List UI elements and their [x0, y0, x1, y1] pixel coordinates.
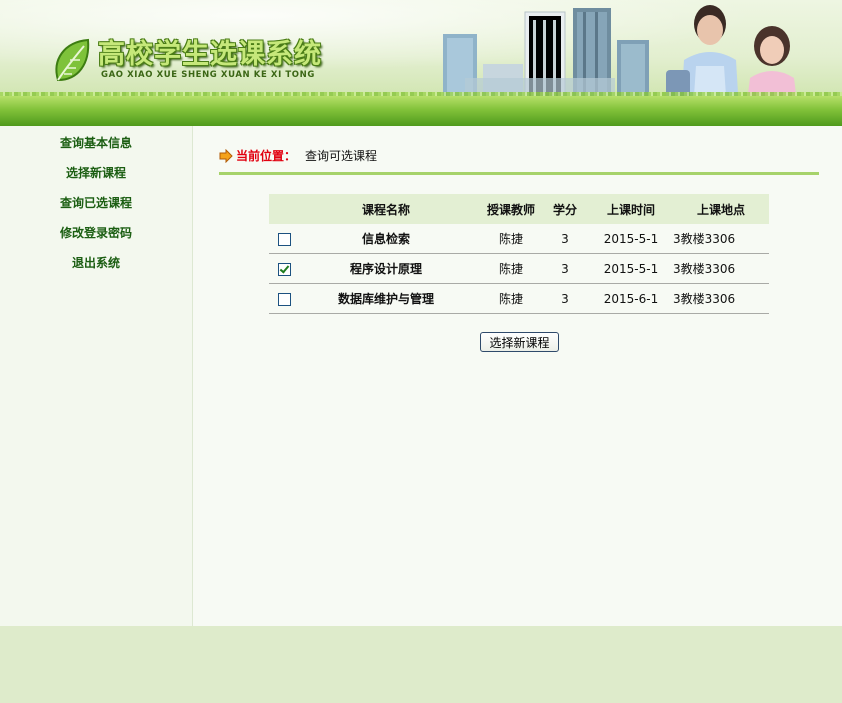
header-banner: 高校学生选课系统 GAO XIAO XUE SHENG XUAN KE XI T… — [0, 0, 842, 126]
course-time: 2015-5-1 — [589, 253, 673, 284]
sidebar-item-select-new-course[interactable]: 选择新课程 — [0, 164, 192, 181]
sidebar-item-logout[interactable]: 退出系统 — [0, 254, 192, 271]
course-time: 2015-6-1 — [589, 283, 673, 314]
course-teacher: 陈捷 — [481, 224, 541, 254]
header-class-location: 上课地点 — [673, 194, 769, 224]
app-subtitle: GAO XIAO XUE SHENG XUAN KE XI TONG — [101, 70, 315, 80]
sidebar-item-view-selected-courses[interactable]: 查询已选课程 — [0, 194, 192, 211]
course-teacher: 陈捷 — [481, 283, 541, 314]
course-credit: 3 — [541, 224, 589, 254]
course-credit: 3 — [541, 283, 589, 314]
grass-strip — [0, 96, 842, 126]
course-name: 信息检索 — [291, 224, 481, 254]
select-cell — [269, 224, 291, 254]
course-name: 数据库维护与管理 — [291, 283, 481, 314]
course-location: 3教楼3306 — [673, 283, 769, 314]
table-row: 程序设计原理 陈捷 3 2015-5-1 3教楼3306 — [269, 253, 769, 284]
breadcrumb-label: 当前位置： — [236, 149, 297, 163]
course-table: 课程名称 授课教师 学分 上课时间 上课地点 信息检索 陈捷 3 2015-5-… — [269, 194, 769, 314]
course-checkbox[interactable] — [277, 232, 291, 246]
header-select — [269, 194, 291, 224]
footer — [0, 626, 842, 703]
city-skyline-illustration — [443, 8, 649, 104]
course-location: 3教楼3306 — [673, 224, 769, 254]
table-header-row: 课程名称 授课教师 学分 上课时间 上课地点 — [269, 194, 769, 224]
breadcrumb-divider — [219, 172, 819, 175]
select-cell — [269, 283, 291, 314]
header-credit: 学分 — [541, 194, 589, 224]
sidebar-item-view-basic-info[interactable]: 查询基本信息 — [0, 134, 192, 151]
app-title: 高校学生选课系统 — [98, 39, 322, 70]
select-new-course-button[interactable]: 选择新课程 — [480, 332, 559, 352]
select-cell — [269, 253, 291, 284]
sidebar: 查询基本信息 选择新课程 查询已选课程 修改登录密码 退出系统 — [0, 126, 193, 626]
course-location: 3教楼3306 — [673, 253, 769, 284]
course-name: 程序设计原理 — [291, 253, 481, 284]
main-content: 当前位置： 查询可选课程 课程名称 授课教师 学分 上课时间 上课地点 信息检索 — [193, 126, 842, 626]
course-checkbox[interactable] — [277, 292, 291, 306]
arrow-right-icon — [219, 149, 233, 163]
leaf-icon — [55, 38, 90, 82]
course-teacher: 陈捷 — [481, 253, 541, 284]
breadcrumb-current-page: 查询可选课程 — [305, 149, 378, 163]
header-course-name: 课程名称 — [291, 194, 481, 224]
table-row: 数据库维护与管理 陈捷 3 2015-6-1 3教楼3306 — [269, 283, 769, 314]
header-teacher: 授课教师 — [481, 194, 541, 224]
course-credit: 3 — [541, 253, 589, 284]
course-time: 2015-5-1 — [589, 224, 673, 254]
header-class-time: 上课时间 — [589, 194, 673, 224]
table-row: 信息检索 陈捷 3 2015-5-1 3教楼3306 — [269, 224, 769, 254]
sidebar-item-change-password[interactable]: 修改登录密码 — [0, 224, 192, 241]
course-checkbox-checked[interactable] — [277, 262, 291, 276]
